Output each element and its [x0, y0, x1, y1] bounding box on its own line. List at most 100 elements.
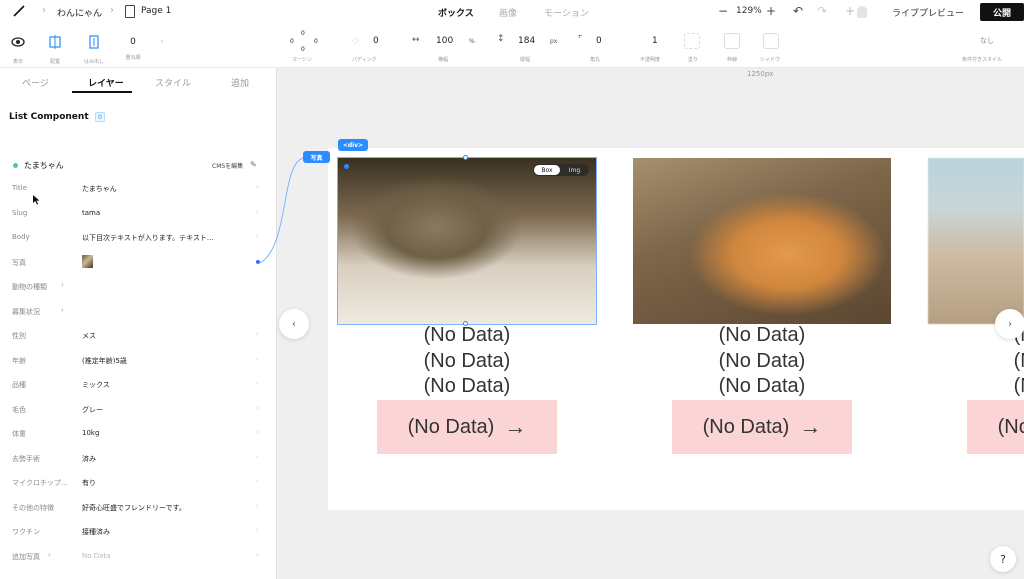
- carousel-prev-button[interactable]: ‹: [279, 309, 309, 339]
- chevron-right-icon[interactable]: ›: [256, 453, 259, 461]
- div-element-tag[interactable]: <div>: [338, 139, 368, 151]
- margin-left[interactable]: 0: [290, 38, 294, 45]
- tab-motion[interactable]: モーション: [544, 6, 589, 19]
- cms-field-row[interactable]: 年齢 (推定年齢)5歳 ›: [0, 350, 277, 374]
- field-value[interactable]: ミックス: [82, 380, 110, 390]
- margin-top[interactable]: 0: [301, 30, 305, 37]
- cms-edit-button[interactable]: CMSを編集: [212, 161, 243, 170]
- tab-layer[interactable]: レイヤー: [88, 76, 124, 89]
- cms-field-row[interactable]: 毛色 グレー ›: [0, 399, 277, 423]
- tab-add[interactable]: 追加: [231, 76, 249, 89]
- border-control[interactable]: [724, 33, 740, 49]
- chevron-right-icon[interactable]: ›: [256, 232, 259, 240]
- field-value[interactable]: 有り: [82, 478, 96, 488]
- cms-field-row[interactable]: その他の特徴 好奇心旺盛でフレンドリーです。 ›: [0, 497, 277, 521]
- photo-binding-tag[interactable]: 写真: [303, 151, 330, 163]
- field-value[interactable]: 好奇心旺盛でフレンドリーです。: [82, 503, 186, 513]
- margin-bottom[interactable]: 0: [301, 46, 305, 53]
- redo-icon[interactable]: ↷: [817, 4, 827, 18]
- photo-thumbnail[interactable]: [82, 254, 93, 268]
- field-value[interactable]: 済み: [82, 454, 96, 464]
- chevron-right-icon[interactable]: ›: [256, 183, 259, 191]
- cms-field-row[interactable]: 写真: [0, 252, 277, 276]
- field-value[interactable]: たまちゃん: [82, 184, 117, 194]
- fill-control[interactable]: [684, 33, 700, 49]
- field-value[interactable]: グレー: [82, 405, 103, 415]
- pencil-icon[interactable]: ✎: [250, 160, 257, 169]
- selection-frame[interactable]: [337, 157, 597, 325]
- user-avatar[interactable]: [857, 6, 867, 18]
- align-control[interactable]: 配置: [45, 34, 65, 65]
- tab-style[interactable]: スタイル: [155, 76, 191, 89]
- field-value[interactable]: 以下目次テキストが入ります。テキスト...: [82, 233, 214, 243]
- chevron-right-icon[interactable]: ›: [256, 404, 259, 412]
- chevron-right-icon[interactable]: ›: [256, 477, 259, 485]
- chevron-right-icon[interactable]: ›: [256, 355, 259, 363]
- anchor-handle[interactable]: [344, 164, 349, 169]
- cms-field-row[interactable]: 動物の種類 ›: [0, 276, 277, 300]
- width-value[interactable]: 100: [436, 36, 453, 46]
- field-value[interactable]: 10kg: [82, 429, 99, 437]
- visibility-control[interactable]: 表示: [8, 34, 28, 65]
- chevron-right-icon[interactable]: ›: [256, 208, 259, 216]
- chevron-right-icon[interactable]: ›: [61, 281, 64, 289]
- field-value[interactable]: tama: [82, 209, 100, 217]
- chevron-right-icon[interactable]: ›: [256, 330, 259, 338]
- breadcrumb-project[interactable]: わんにゃん: [57, 6, 102, 19]
- tab-image[interactable]: 画像: [499, 6, 517, 19]
- card-cta-button[interactable]: (No Data)→: [967, 400, 1024, 454]
- field-value[interactable]: メス: [82, 331, 96, 341]
- breadcrumb-page[interactable]: Page 1: [141, 6, 171, 16]
- field-value[interactable]: (推定年齢)5歳: [82, 356, 127, 366]
- zoom-out-button[interactable]: −: [718, 4, 728, 18]
- add-icon[interactable]: +: [845, 4, 855, 18]
- chevron-right-icon[interactable]: ›: [256, 551, 259, 559]
- cms-field-row[interactable]: Title たまちゃん ›: [0, 178, 277, 202]
- carousel-next-button[interactable]: ›: [995, 309, 1024, 339]
- publish-button[interactable]: 公開: [980, 3, 1024, 21]
- chevron-right-icon[interactable]: ›: [48, 551, 51, 559]
- chevron-right-icon[interactable]: ›: [256, 502, 259, 510]
- cms-field-row[interactable]: 募集状況 ›: [0, 301, 277, 325]
- toggle-img-option[interactable]: Img: [561, 164, 588, 176]
- height-value[interactable]: 184: [518, 36, 535, 46]
- cms-field-row[interactable]: 追加写真 › No Data ›: [0, 546, 277, 570]
- cms-field-row[interactable]: Body 以下目次テキストが入ります。テキスト... ›: [0, 227, 277, 251]
- width-unit[interactable]: %: [469, 38, 475, 45]
- field-value[interactable]: 接種済み: [82, 527, 110, 537]
- tab-box[interactable]: ボックス: [438, 6, 474, 19]
- card-cta-button[interactable]: (No Data)→: [377, 400, 557, 454]
- zindex-value[interactable]: 0: [118, 34, 148, 50]
- chevron-right-icon[interactable]: ›: [256, 428, 259, 436]
- cms-field-row[interactable]: ワクチン 接種済み ›: [0, 521, 277, 545]
- tab-page[interactable]: ページ: [22, 76, 49, 89]
- cms-field-row[interactable]: 去勢手術 済み ›: [0, 448, 277, 472]
- shadow-control[interactable]: [763, 33, 779, 49]
- cms-field-row[interactable]: 体重 10kg ›: [0, 423, 277, 447]
- zoom-in-button[interactable]: +: [766, 4, 776, 18]
- height-unit[interactable]: px: [550, 38, 557, 45]
- chevron-right-icon[interactable]: ›: [256, 379, 259, 387]
- cms-field-row[interactable]: 性別 メス ›: [0, 325, 277, 349]
- margin-right[interactable]: 0: [314, 38, 318, 45]
- live-preview-button[interactable]: ライブプレビュー: [892, 6, 964, 19]
- card-photo[interactable]: [928, 158, 1024, 324]
- help-button[interactable]: ?: [990, 546, 1016, 572]
- chevron-right-icon[interactable]: ›: [61, 306, 64, 314]
- zoom-level[interactable]: 129%: [736, 6, 762, 16]
- toggle-box-option[interactable]: Box: [534, 165, 560, 175]
- padding-value[interactable]: 0: [373, 36, 379, 46]
- card-cta-button[interactable]: (No Data)→: [672, 400, 852, 454]
- conditional-style-value[interactable]: なし: [980, 36, 994, 46]
- cms-field-row[interactable]: 品種 ミックス ›: [0, 374, 277, 398]
- pen-tool-icon[interactable]: [12, 4, 26, 18]
- opacity-value[interactable]: 1: [652, 36, 658, 46]
- chevron-right-icon[interactable]: ›: [160, 37, 164, 47]
- chevron-right-icon[interactable]: ›: [256, 526, 259, 534]
- undo-icon[interactable]: ↶: [793, 4, 803, 18]
- cms-field-row[interactable]: マイクロチップ... 有り ›: [0, 472, 277, 496]
- field-value[interactable]: No Data: [82, 552, 110, 560]
- box-img-toggle[interactable]: Box Img: [533, 164, 589, 176]
- cms-field-row[interactable]: Slug tama ›: [0, 203, 277, 227]
- resize-handle[interactable]: [463, 155, 468, 160]
